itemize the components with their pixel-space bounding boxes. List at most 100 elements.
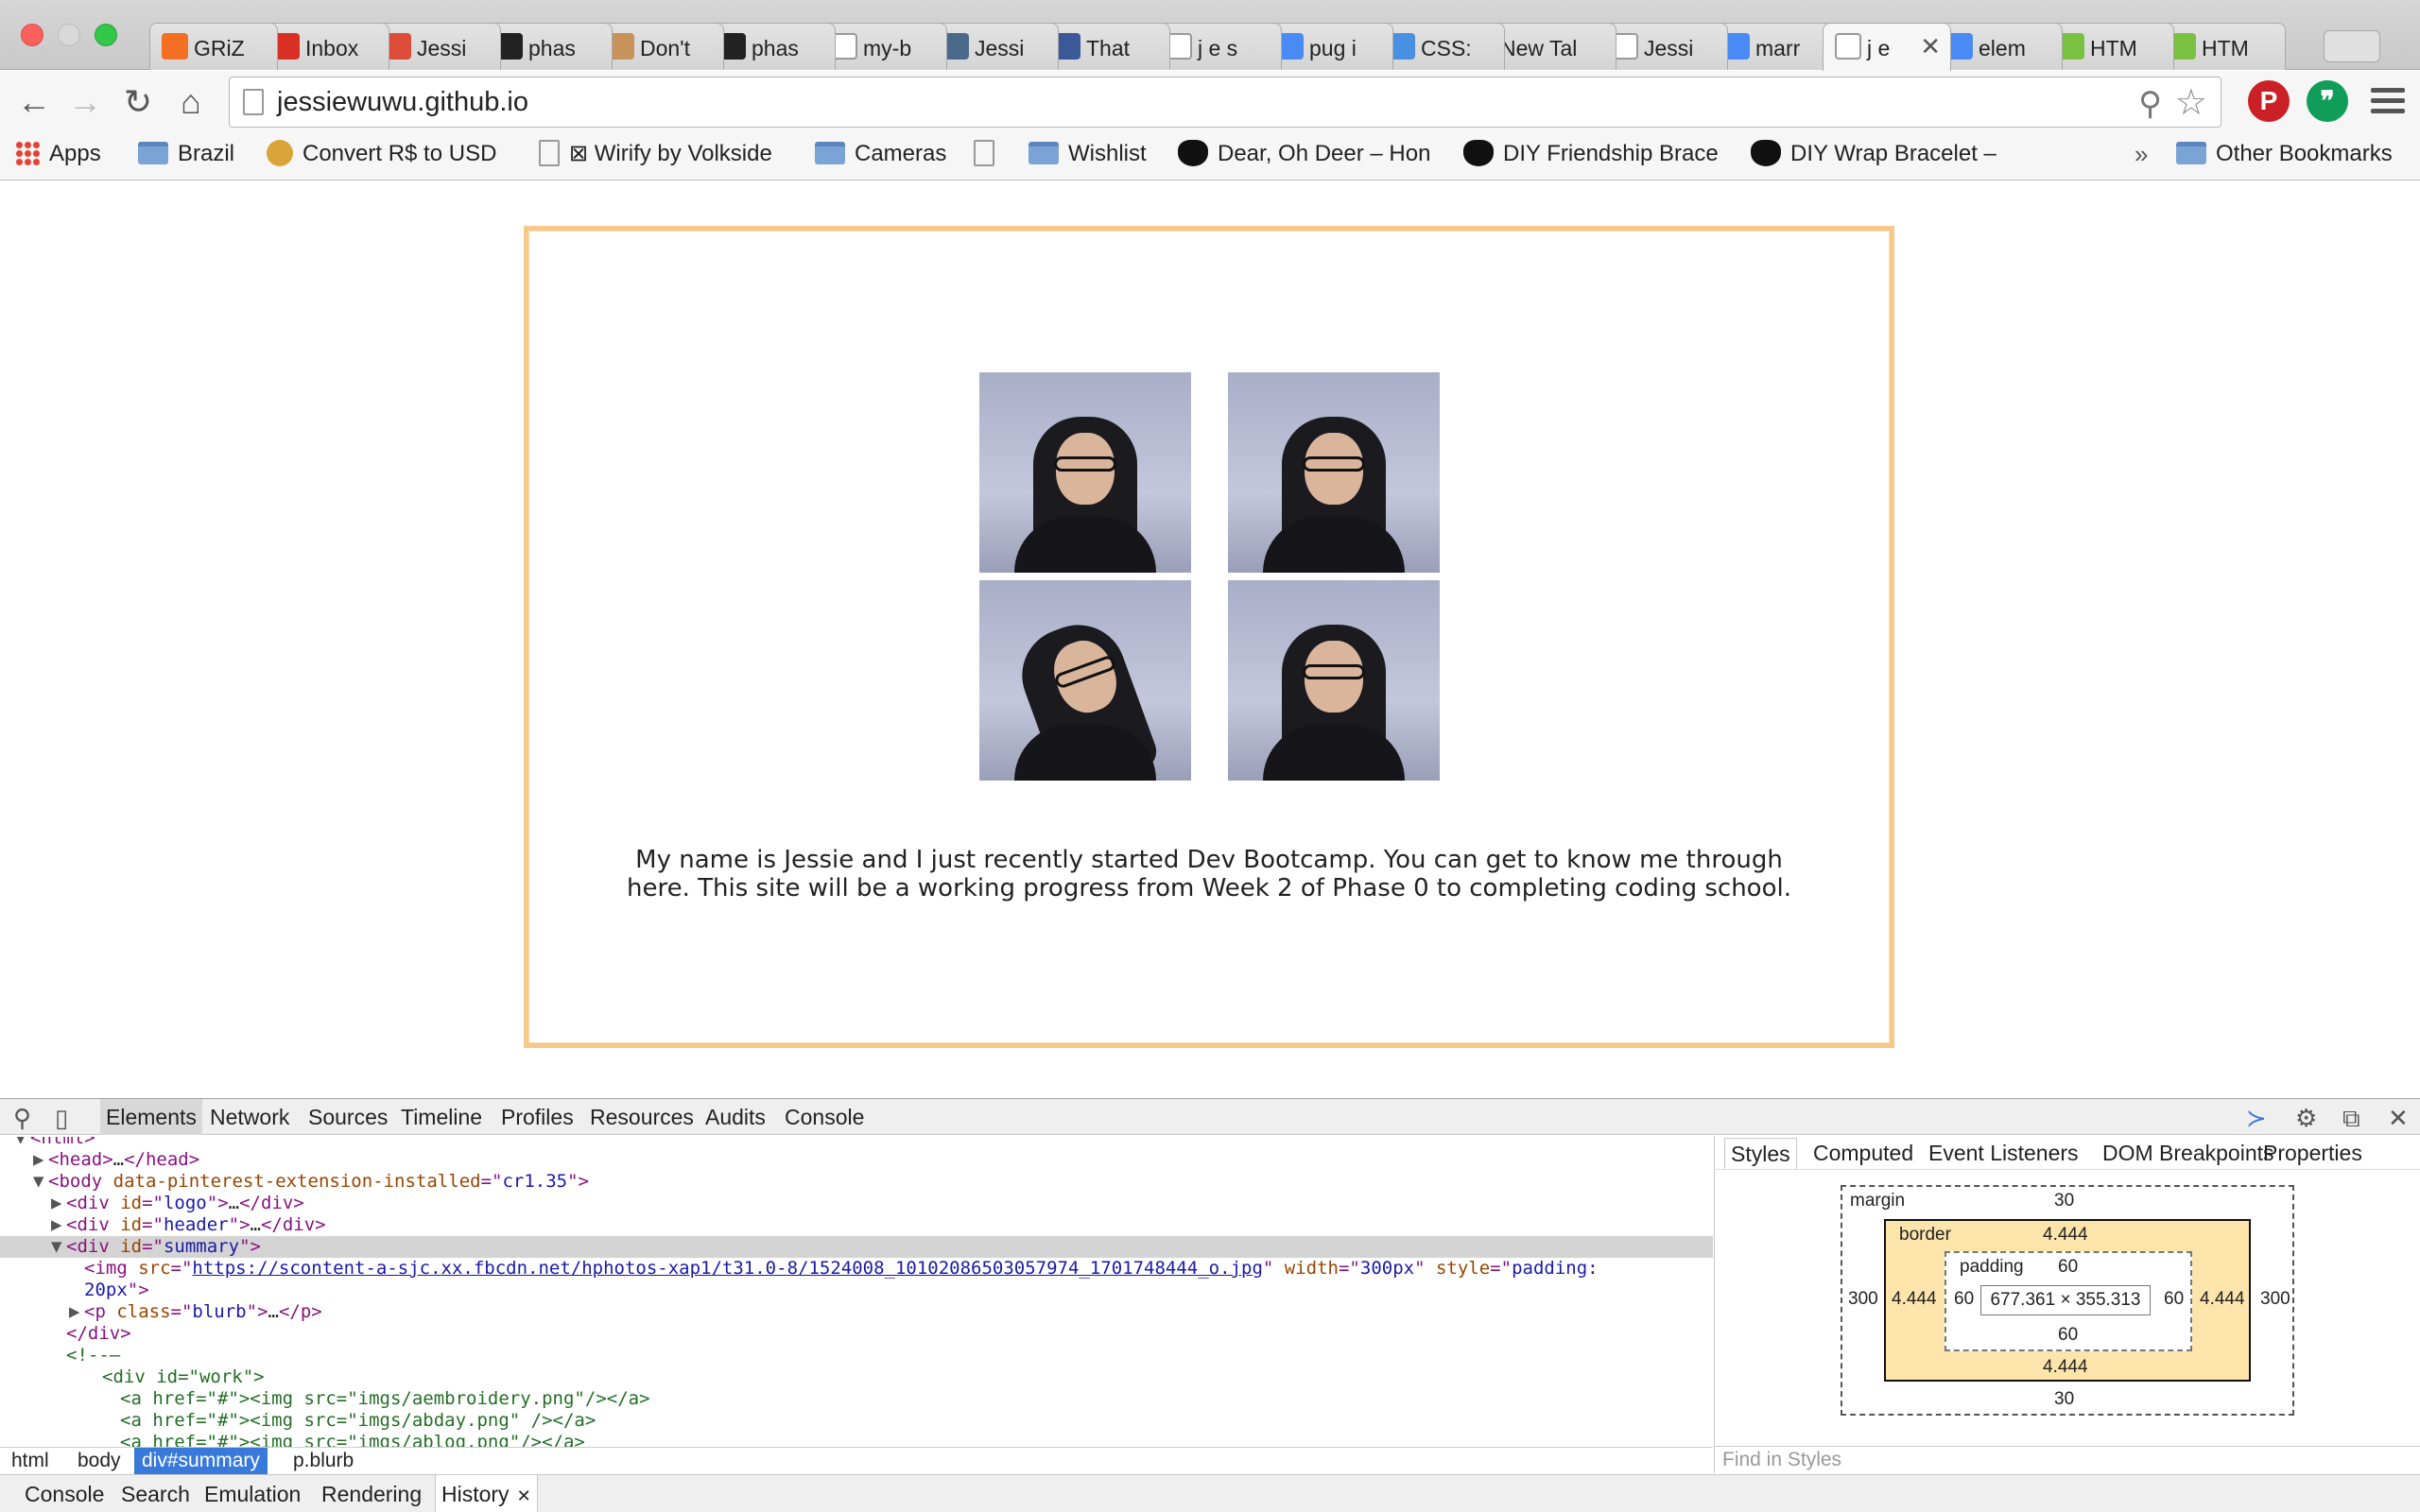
padding-right-value[interactable]: 60	[2164, 1289, 2184, 1310]
tab[interactable]: CSS:	[1376, 23, 1505, 70]
reload-icon[interactable]: ↻	[117, 82, 159, 124]
tab-timeline[interactable]: Timeline	[401, 1099, 482, 1135]
zoom-window-button[interactable]	[95, 24, 117, 46]
tab[interactable]: New Tal	[1488, 23, 1616, 70]
dom-node-row[interactable]: <!--–	[0, 1345, 1713, 1366]
dom-node-row[interactable]: ▶ <div id="header">…</div>	[0, 1214, 1713, 1236]
dock-icon[interactable]: ⧉	[2342, 1104, 2360, 1134]
close-tab-icon[interactable]: ✕	[1920, 24, 1941, 69]
padding-left-value[interactable]: 60	[1954, 1289, 1974, 1310]
tab-active[interactable]: j e ✕	[1823, 23, 1951, 71]
tab[interactable]: elem	[1934, 23, 2063, 70]
expand-triangle-icon[interactable]: ▶	[51, 1214, 66, 1236]
bookmarks-overflow-icon[interactable]: »	[2135, 133, 2148, 175]
tab[interactable]: HTM	[2157, 23, 2286, 70]
breadcrumb-item[interactable]: div#summary	[134, 1448, 268, 1474]
bookmark-item[interactable]: Cameras	[815, 133, 946, 175]
dom-node-row[interactable]: ▶ <div id="logo">…</div>	[0, 1193, 1713, 1214]
margin-right-value[interactable]: 300	[2260, 1289, 2290, 1310]
sidebar-tab-computed[interactable]: Computed	[1813, 1138, 1913, 1168]
border-top-value[interactable]: 4.444	[2043, 1225, 2088, 1246]
bookmark-item[interactable]: Apps	[15, 133, 101, 175]
tab[interactable]: my-b	[819, 23, 947, 70]
url-text[interactable]: jessiewuwu.github.io	[277, 77, 528, 127]
tab[interactable]: Jessi	[930, 23, 1059, 70]
expand-triangle-icon[interactable]: ▼	[33, 1171, 48, 1193]
expand-triangle-icon[interactable]: ▶	[51, 1193, 66, 1214]
dom-node-row[interactable]: ▶ <head>…</head>	[0, 1149, 1713, 1171]
bookmark-star-icon[interactable]: ☆	[2175, 81, 2207, 124]
close-drawer-tab-icon[interactable]: ✕	[517, 1486, 531, 1505]
tab[interactable]: pug i	[1265, 23, 1393, 70]
margin-top-value[interactable]: 30	[2054, 1191, 2074, 1211]
settings-gear-icon[interactable]: ⚙	[2295, 1104, 2317, 1133]
border-left-value[interactable]: 4.444	[1892, 1289, 1937, 1310]
padding-top-value[interactable]: 60	[2058, 1257, 2078, 1278]
tab[interactable]: Inbox	[261, 23, 389, 70]
expand-triangle-icon[interactable]: ▶	[69, 1301, 84, 1323]
border-bottom-value[interactable]: 4.444	[2043, 1357, 2088, 1378]
breadcrumb-item[interactable]: html	[4, 1448, 57, 1474]
breadcrumb-item[interactable]: body	[70, 1448, 129, 1474]
sidebar-tab-event-listeners[interactable]: Event Listeners	[1928, 1138, 2079, 1168]
close-window-button[interactable]	[21, 24, 43, 46]
forward-icon[interactable]: →	[64, 82, 106, 124]
search-icon[interactable]: ⚲	[2138, 85, 2162, 123]
tab[interactable]: marr	[1711, 23, 1840, 70]
tab-sources[interactable]: Sources	[308, 1099, 388, 1135]
tab[interactable]: phas	[707, 23, 836, 70]
device-mode-icon[interactable]: ▯	[55, 1104, 68, 1133]
tab[interactable]: phas	[484, 23, 613, 70]
minimize-window-button[interactable]	[58, 24, 80, 46]
address-bar[interactable]: jessiewuwu.github.io ⚲ ☆	[229, 77, 2221, 128]
inspect-search-icon[interactable]: ⚲	[13, 1104, 31, 1133]
padding-bottom-value[interactable]: 60	[2058, 1325, 2078, 1346]
tab[interactable]: HTM	[2046, 23, 2174, 70]
find-in-styles-input[interactable]: Find in Styles	[1715, 1446, 2420, 1473]
drawer-tab-emulation[interactable]: Emulation	[204, 1475, 301, 1512]
drawer-tab-search[interactable]: Search	[121, 1475, 190, 1512]
hangouts-icon[interactable]: ❞	[2307, 80, 2348, 122]
bookmark-item[interactable]: DIY Friendship Brace	[1463, 133, 1719, 175]
chrome-menu-icon[interactable]	[2371, 82, 2405, 120]
breadcrumb-item[interactable]: p.blurb	[285, 1448, 361, 1474]
dom-node-row[interactable]: ▼ <div id="summary">	[0, 1236, 1713, 1258]
bookmark-item[interactable]: ⊠ Wirify by Volkside	[539, 133, 772, 175]
bookmark-item[interactable]: Convert R$ to USD	[267, 133, 496, 175]
pinterest-icon[interactable]: P	[2248, 80, 2290, 122]
home-icon[interactable]: ⌂	[170, 82, 212, 124]
tab-resources[interactable]: Resources	[590, 1099, 694, 1135]
border-right-value[interactable]: 4.444	[2200, 1289, 2245, 1310]
bookmark-item[interactable]: Brazil	[138, 133, 234, 175]
drawer-tab-history[interactable]: History ✕	[435, 1475, 538, 1512]
tab[interactable]: Jessi	[372, 23, 501, 70]
dom-node-row[interactable]: <img src="https://scontent-a-sjc.xx.fbcd…	[0, 1258, 1713, 1280]
expand-triangle-icon[interactable]: ▼	[15, 1137, 30, 1149]
sidebar-tab-styles[interactable]: Styles	[1724, 1138, 1797, 1169]
expand-triangle-icon[interactable]: ▼	[51, 1236, 66, 1258]
close-devtools-icon[interactable]: ✕	[2388, 1104, 2409, 1133]
dom-node-row[interactable]: ▼ <body data-pinterest-extension-installe…	[0, 1171, 1713, 1193]
tab-network[interactable]: Network	[210, 1099, 289, 1135]
dom-node-row[interactable]: ▼ <html>	[0, 1137, 1713, 1149]
drawer-tab-console[interactable]: Console	[25, 1475, 104, 1512]
sidebar-tab-dom-breakpoints[interactable]: DOM Breakpoints	[2102, 1138, 2274, 1168]
tab[interactable]: j e s	[1153, 23, 1282, 70]
bookmark-item[interactable]	[974, 133, 1004, 175]
dom-tree[interactable]: ▼ <html> ▶ <head>…</head> ▼ <body data-pinter…	[0, 1137, 1713, 1449]
bookmark-item[interactable]: Wishlist	[1028, 133, 1147, 175]
margin-left-value[interactable]: 300	[1848, 1289, 1878, 1310]
tab-elements[interactable]: Elements	[100, 1099, 202, 1135]
expand-triangle-icon[interactable]: ▶	[33, 1149, 48, 1171]
bookmark-item[interactable]: DIY Wrap Bracelet –	[1751, 133, 1996, 175]
back-icon[interactable]: ←	[13, 82, 55, 124]
dom-node-row[interactable]: ▶ <p class="blurb">…</p>	[0, 1301, 1713, 1323]
show-drawer-icon[interactable]: ≻	[2246, 1104, 2267, 1133]
other-bookmarks[interactable]: Other Bookmarks	[2176, 133, 2393, 175]
dom-node-row[interactable]: <a href="#"><img src="imgs/aembroidery.p…	[0, 1388, 1713, 1410]
dom-node-row[interactable]: <a href="#"><img src="imgs/abday.png" />…	[0, 1410, 1713, 1432]
tab[interactable]: GRiZ	[149, 23, 278, 70]
tab-profiles[interactable]: Profiles	[501, 1099, 574, 1135]
margin-bottom-value[interactable]: 30	[2054, 1389, 2074, 1410]
tab[interactable]: Jessi	[1599, 23, 1728, 70]
